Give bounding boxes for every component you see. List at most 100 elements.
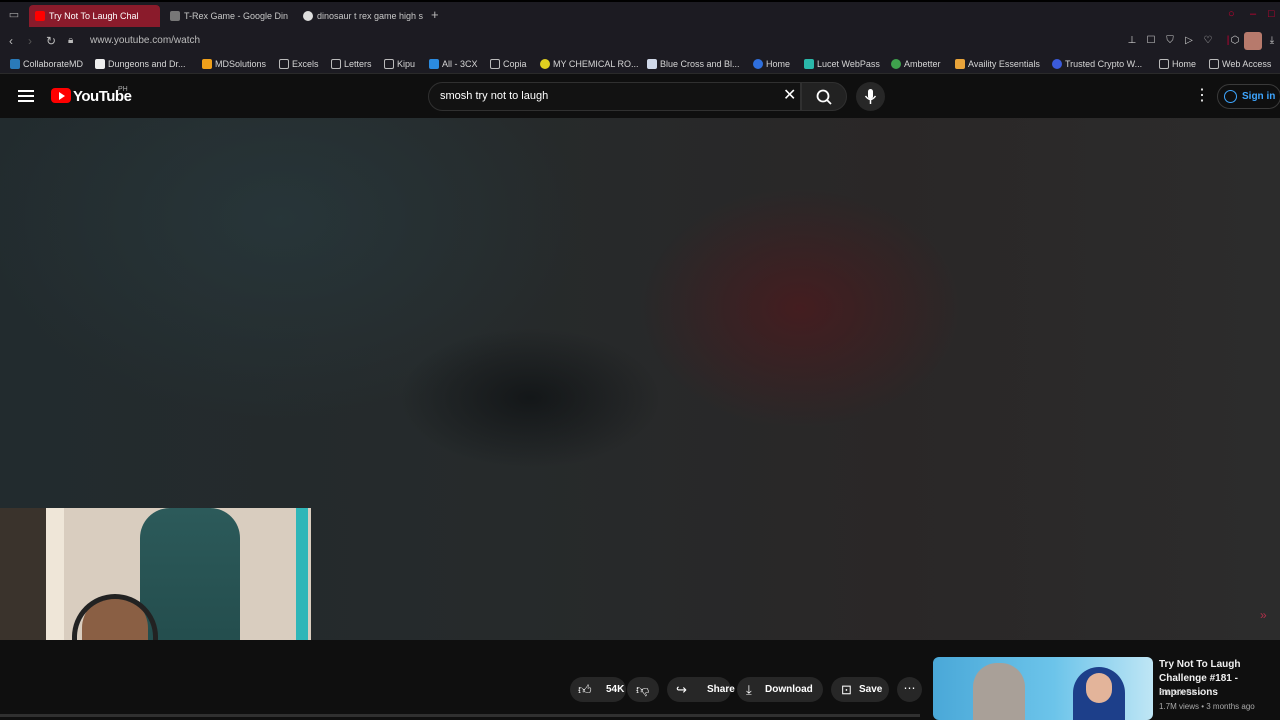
page-icon: [490, 59, 500, 69]
bookmark-label: Ambetter: [904, 59, 941, 69]
reload-icon[interactable]: ↻: [46, 34, 56, 48]
bookmark-label: Trusted Crypto W...: [1065, 59, 1143, 69]
bookmark-label: MDSolutions: [215, 59, 267, 69]
download-arrow-icon: ⤓: [746, 682, 752, 697]
bookmark-label: All - 3CX: [442, 59, 478, 69]
bookmark-item[interactable]: Trusted Crypto W...: [1052, 58, 1142, 70]
back-icon[interactable]: ‹: [9, 34, 13, 48]
channel-name: Smosh Pit: [1159, 688, 1196, 697]
tab-list-icon[interactable]: ▭: [6, 7, 22, 23]
forward-icon[interactable]: ›: [28, 34, 32, 48]
bookmark-item[interactable]: Letters: [331, 58, 372, 70]
youtube-header: YouTube PH smosh try not to laugh ✕ ⋮ Si…: [0, 74, 1280, 118]
download-button[interactable]: ⤓ Download: [737, 677, 823, 702]
bookmark-item[interactable]: Kipu: [384, 58, 415, 70]
bookmark-item[interactable]: Home: [753, 58, 790, 70]
save-button[interactable]: ⊡ Save: [831, 677, 889, 702]
thumbnail-person: [973, 663, 1025, 720]
share-icon: ↪: [676, 682, 687, 697]
google-favicon-icon: [303, 11, 313, 21]
thumbs-up-icon: 👍︎: [578, 682, 592, 697]
bookmark-item[interactable]: Availity Essentials: [955, 58, 1040, 70]
folder-icon: [384, 59, 394, 69]
search-tabs-icon[interactable]: ○: [1228, 8, 1235, 20]
download-label: Download: [765, 684, 813, 695]
bookmark-item[interactable]: All - 3CX: [429, 58, 478, 70]
bookmark-favicon-icon: [804, 59, 814, 69]
thumbnail-person: [1086, 673, 1112, 703]
bookmark-item[interactable]: Web Access: [1209, 58, 1271, 70]
tab-dino-search[interactable]: dinosaur t rex game high s: [297, 5, 425, 27]
sign-in-button[interactable]: Sign in: [1217, 84, 1280, 109]
share-label: Share: [707, 684, 735, 695]
account-icon: [1224, 90, 1237, 103]
verified-icon: ✔: [1197, 688, 1205, 697]
heart-icon[interactable]: ♡: [1202, 35, 1214, 47]
bookmark-favicon-icon: [1052, 59, 1062, 69]
bookmark-label: Home: [766, 59, 791, 69]
bookmark-favicon-icon: [202, 59, 212, 69]
bookmark-favicon-icon: [753, 59, 763, 69]
extensions-icon[interactable]: ⬡: [1229, 35, 1241, 47]
bookmark-item[interactable]: Blue Cross and Bl...: [647, 58, 740, 70]
tab-title: T-Rex Game - Google Din: [184, 11, 289, 21]
bookmark-favicon-icon: [540, 59, 550, 69]
bookmark-item[interactable]: Copia: [490, 58, 527, 70]
url-field[interactable]: www.youtube.com/watch: [90, 35, 200, 46]
tab-strip: ▭ Try Not To Laugh Chal T-Rex Game - Goo…: [0, 2, 1280, 28]
bookmark-item[interactable]: Dungeons and Dr...: [95, 58, 186, 70]
bookmark-label: Copia: [503, 59, 527, 69]
minimize-icon[interactable]: –: [1250, 8, 1256, 20]
tab-title: dinosaur t rex game high s: [317, 11, 424, 21]
tab-trex-game[interactable]: T-Rex Game - Google Din: [164, 5, 290, 27]
bookmark-item[interactable]: Ambetter: [891, 58, 941, 70]
recommended-video-meta: 1.7M views • 3 months ago: [1159, 702, 1255, 711]
tab-youtube[interactable]: Try Not To Laugh Chal: [29, 5, 160, 27]
tab-title: Try Not To Laugh Chal: [49, 11, 139, 21]
address-bar: ‹ › ↻ 🔒︎ www.youtube.com/watch ⊥ ☐ ⛉ ▷ ♡…: [0, 28, 1280, 54]
video-actions-bar: 👍︎ 54K 👎︎ ↪ Share ⤓ Download ⊡ Save ⋯ Tr…: [0, 640, 1280, 720]
share-button[interactable]: ↪ Share: [667, 677, 735, 702]
profile-avatar[interactable]: [1244, 32, 1262, 50]
skip-forward-icon[interactable]: »: [1260, 608, 1267, 622]
lock-icon[interactable]: 🔒︎: [68, 34, 73, 48]
region-code: PH: [118, 86, 128, 93]
pin-icon[interactable]: ⊥: [1126, 35, 1138, 47]
page-icon: [1159, 59, 1169, 69]
clear-search-icon[interactable]: ✕: [783, 87, 796, 105]
bookmark-favicon-icon: [429, 59, 439, 69]
bookmark-label: Web Access: [1222, 59, 1272, 69]
menu-icon[interactable]: [18, 90, 34, 102]
new-tab-icon[interactable]: +: [431, 7, 439, 23]
dino-favicon-icon: [170, 11, 180, 21]
search-button[interactable]: [801, 82, 847, 111]
bookmark-item[interactable]: MY CHEMICAL RO...: [540, 58, 639, 70]
bookmark-item[interactable]: Home: [1159, 58, 1196, 70]
sign-in-label: Sign in: [1242, 91, 1276, 102]
recommended-channel[interactable]: Smosh Pit ✔: [1159, 688, 1204, 697]
shield-icon[interactable]: ⛉: [1164, 35, 1176, 47]
bookmark-item[interactable]: MDSolutions: [202, 58, 266, 70]
play-icon[interactable]: ▷: [1183, 35, 1195, 47]
bookmark-item[interactable]: CollaborateMD: [10, 58, 83, 70]
microphone-icon: [864, 89, 877, 104]
more-actions-icon[interactable]: ⋯: [897, 677, 922, 702]
bookmark-item[interactable]: Lucet WebPass: [804, 58, 880, 70]
voice-search-button[interactable]: [856, 82, 885, 111]
settings-more-icon[interactable]: ⋮: [1194, 87, 1210, 105]
dislike-button[interactable]: 👎︎: [627, 677, 659, 702]
bookmark-icon[interactable]: ☐: [1145, 35, 1157, 47]
bookmark-label: Excels: [292, 59, 319, 69]
save-playlist-icon: ⊡: [841, 682, 852, 697]
bookmark-favicon-icon: [891, 59, 901, 69]
like-button[interactable]: 👍︎ 54K: [570, 677, 626, 702]
download-icon[interactable]: ⤓: [1266, 35, 1278, 47]
bookmark-label: Availity Essentials: [968, 59, 1040, 69]
like-count: 54K: [606, 684, 625, 695]
youtube-logo-icon[interactable]: [51, 88, 71, 103]
maximize-icon[interactable]: □: [1268, 8, 1275, 20]
recommended-video-thumbnail[interactable]: [933, 657, 1153, 720]
search-input[interactable]: smosh try not to laugh ✕: [428, 82, 801, 111]
bookmark-item[interactable]: Excels: [279, 58, 319, 70]
bookmark-label: CollaborateMD: [23, 59, 84, 69]
